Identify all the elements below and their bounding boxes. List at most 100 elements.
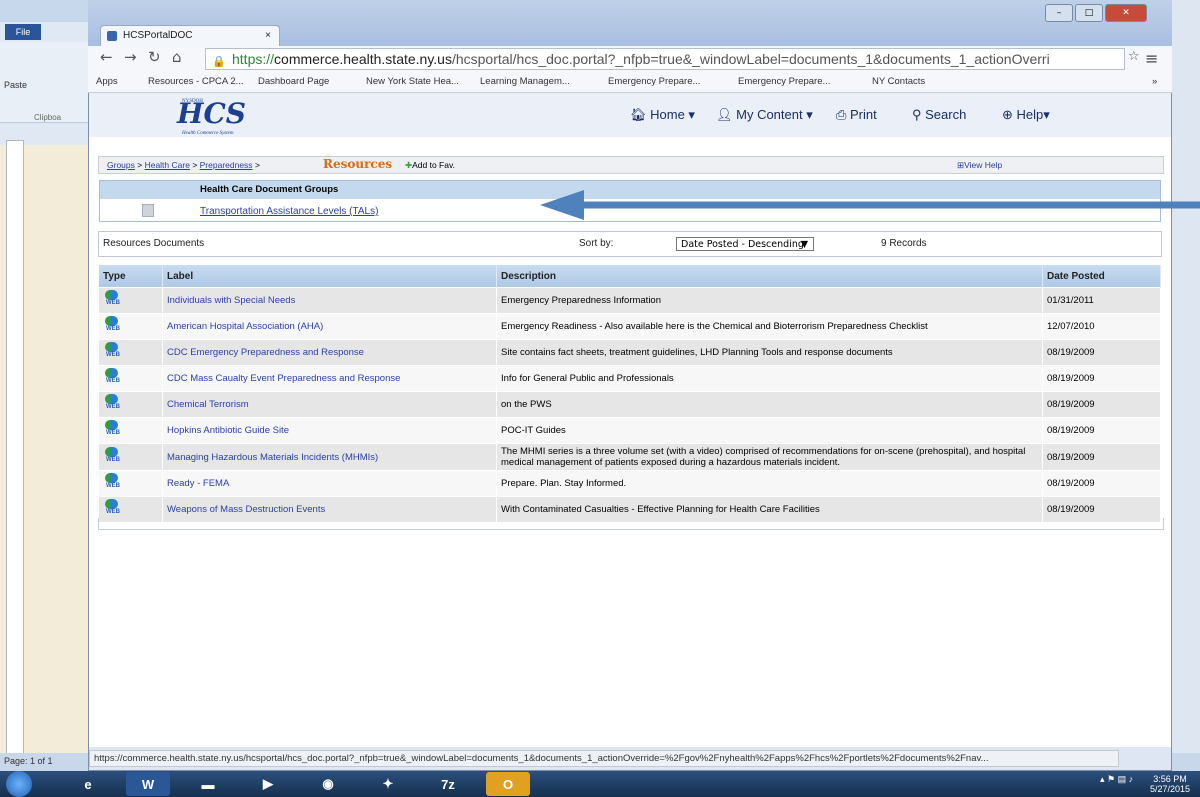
explorer-taskbar-icon[interactable]: ▬ xyxy=(186,772,230,796)
bookmark-learning[interactable]: Learning Managem... xyxy=(480,76,570,87)
tab-favicon-icon xyxy=(107,31,117,41)
bookmark-emergency-1[interactable]: Emergency Prepare... xyxy=(608,76,700,87)
col-type[interactable]: Type xyxy=(99,265,163,288)
web-globe-icon[interactable]: WEB xyxy=(103,420,121,438)
web-globe-icon[interactable]: WEB xyxy=(103,446,121,465)
sort-select[interactable]: Date Posted - Descending ▼ xyxy=(676,237,814,251)
breadcrumb-groups[interactable]: Groups xyxy=(107,160,135,170)
document-label-link[interactable]: CDC Emergency Preparedness and Response xyxy=(162,339,497,366)
bookmark-dashboard[interactable]: Dashboard Page xyxy=(258,76,329,87)
group-link-tals[interactable]: Transportation Assistance Levels (TALs) xyxy=(200,206,378,217)
breadcrumb-health-care[interactable]: Health Care xyxy=(145,160,190,170)
print-icon: ⎙ xyxy=(836,107,851,122)
breadcrumb-separator: > xyxy=(254,160,260,170)
browser-menu-icon[interactable]: ≡ xyxy=(1145,49,1158,68)
web-globe-icon[interactable]: WEB xyxy=(103,499,121,517)
document-date: 08/19/2009 xyxy=(1042,470,1161,497)
document-description: POC-IT Guides xyxy=(496,417,1043,444)
ie-taskbar-icon[interactable]: e xyxy=(66,772,110,796)
start-button[interactable] xyxy=(6,771,32,797)
table-row: WEB Chemical Terrorism on the PWS 08/19/200… xyxy=(99,391,1161,418)
web-type-text: WEB xyxy=(106,378,120,384)
nav-print-label: Print xyxy=(850,107,877,122)
document-label-link[interactable]: Hopkins Antibiotic Guide Site xyxy=(162,417,497,444)
reload-icon[interactable]: ↻ xyxy=(148,48,161,66)
web-type-text: WEB xyxy=(106,300,120,306)
document-label-link[interactable]: American Hospital Association (AHA) xyxy=(162,313,497,340)
document-date: 08/19/2009 xyxy=(1042,417,1161,444)
chrome-taskbar-icon[interactable]: ◉ xyxy=(306,772,350,796)
view-help-link[interactable]: ⊞View Help xyxy=(957,160,1002,171)
web-globe-icon[interactable]: WEB xyxy=(103,394,121,412)
document-label-link[interactable]: CDC Mass Caualty Event Preparedness and … xyxy=(162,365,497,392)
clock[interactable]: 3:56 PM 5/27/2015 xyxy=(1150,774,1190,794)
document-label-link[interactable]: Chemical Terrorism xyxy=(162,391,497,418)
col-date-posted[interactable]: Date Posted xyxy=(1042,265,1161,288)
word-file-tab[interactable]: File xyxy=(5,24,41,40)
web-type-text: WEB xyxy=(106,430,120,436)
browser-tab[interactable]: HCSPortalDOC × xyxy=(100,25,280,47)
bookmark-resources-cpca[interactable]: Resources - CPCA 2... xyxy=(148,76,244,87)
web-globe-icon[interactable]: WEB xyxy=(103,473,121,491)
document-description: Emergency Preparedness Information xyxy=(496,287,1043,314)
web-globe-icon[interactable]: WEB xyxy=(103,342,121,360)
nav-home[interactable]: 🏠︎ Home ▾ xyxy=(630,107,695,123)
document-description: on the PWS xyxy=(496,391,1043,418)
logo-subtitle: Health Commerce System xyxy=(182,131,234,136)
hcs-logo[interactable]: HCS xyxy=(177,97,246,130)
media-taskbar-icon[interactable]: ▶ xyxy=(246,772,290,796)
7zip-taskbar-icon[interactable]: 7z xyxy=(426,772,470,796)
bookmarks-bar: Apps Resources - CPCA 2... Dashboard Pag… xyxy=(88,72,1172,93)
tab-close-icon[interactable]: × xyxy=(265,26,271,46)
system-tray-icons[interactable]: ▴ ⚑ ▤ ♪ xyxy=(1100,774,1133,785)
outlook-taskbar-icon[interactable]: O xyxy=(486,772,530,796)
word-paste-button[interactable]: Paste xyxy=(4,80,27,90)
folder-icon xyxy=(142,204,154,217)
col-label[interactable]: Label xyxy=(162,265,497,288)
clock-date: 5/27/2015 xyxy=(1150,784,1191,794)
web-globe-icon[interactable]: WEB xyxy=(103,290,121,308)
document-label-link[interactable]: Managing Hazardous Materials Incidents (… xyxy=(162,443,497,471)
back-arrow-icon[interactable]: ← xyxy=(100,48,113,66)
word-right-edge xyxy=(1172,0,1200,770)
document-label-link[interactable]: Individuals with Special Needs xyxy=(162,287,497,314)
type-cell: WEB xyxy=(99,365,163,392)
help-icon: ⊕ xyxy=(1002,107,1017,122)
bookmark-apps[interactable]: Apps xyxy=(96,76,118,87)
type-cell: WEB xyxy=(99,287,163,314)
app-taskbar-icon[interactable]: ✦ xyxy=(366,772,410,796)
maximize-button[interactable]: □ xyxy=(1075,4,1103,22)
close-window-button[interactable]: ✕ xyxy=(1105,4,1147,22)
url-bar[interactable]: 🔒 https://commerce.health.state.ny.us/hc… xyxy=(205,48,1125,70)
bookmark-star-icon[interactable]: ☆ xyxy=(1128,49,1140,64)
home-icon[interactable]: ⌂ xyxy=(172,48,182,66)
table-row: WEB American Hospital Association (AHA) Em… xyxy=(99,313,1161,340)
nav-help[interactable]: ⊕ Help▾ xyxy=(1002,107,1050,123)
breadcrumb-separator: > xyxy=(137,160,145,170)
col-description[interactable]: Description xyxy=(496,265,1043,288)
tab-title: HCSPortalDOC xyxy=(123,30,193,41)
minimize-button[interactable]: – xyxy=(1045,4,1073,22)
bookmark-emergency-2[interactable]: Emergency Prepare... xyxy=(738,76,830,87)
nav-print[interactable]: ⎙ Print xyxy=(836,107,877,123)
web-type-text: WEB xyxy=(106,483,120,489)
bookmark-ny-contacts[interactable]: NY Contacts xyxy=(872,76,925,87)
link-status-bar: https://commerce.health.state.ny.us/hcsp… xyxy=(89,750,1119,767)
nav-my-content[interactable]: 👤︎ My Content ▾ xyxy=(716,107,813,123)
breadcrumb-preparedness[interactable]: Preparedness xyxy=(200,160,253,170)
document-label-link[interactable]: Ready - FEMA xyxy=(162,470,497,497)
web-globe-icon[interactable]: WEB xyxy=(103,368,121,386)
document-description: The MHMI series is a three volume set (w… xyxy=(496,443,1043,471)
word-taskbar-icon[interactable]: W xyxy=(126,772,170,796)
nav-search[interactable]: ⚲ Search xyxy=(912,107,966,123)
table-row: WEB Managing Hazardous Materials Incident… xyxy=(99,443,1161,471)
web-globe-icon[interactable]: WEB xyxy=(103,316,121,334)
bookmark-nys-health[interactable]: New York State Hea... xyxy=(366,76,459,87)
add-to-favorites[interactable]: ✚Add to Fav. xyxy=(405,160,455,171)
sort-select-value: Date Posted - Descending xyxy=(681,239,804,250)
windows-taskbar xyxy=(0,771,1200,797)
url-host: commerce.health.state.ny.us xyxy=(274,51,452,67)
forward-arrow-icon[interactable]: → xyxy=(124,48,137,66)
bookmarks-more[interactable]: » xyxy=(1152,76,1157,87)
breadcrumb-current: Resources xyxy=(323,157,393,171)
